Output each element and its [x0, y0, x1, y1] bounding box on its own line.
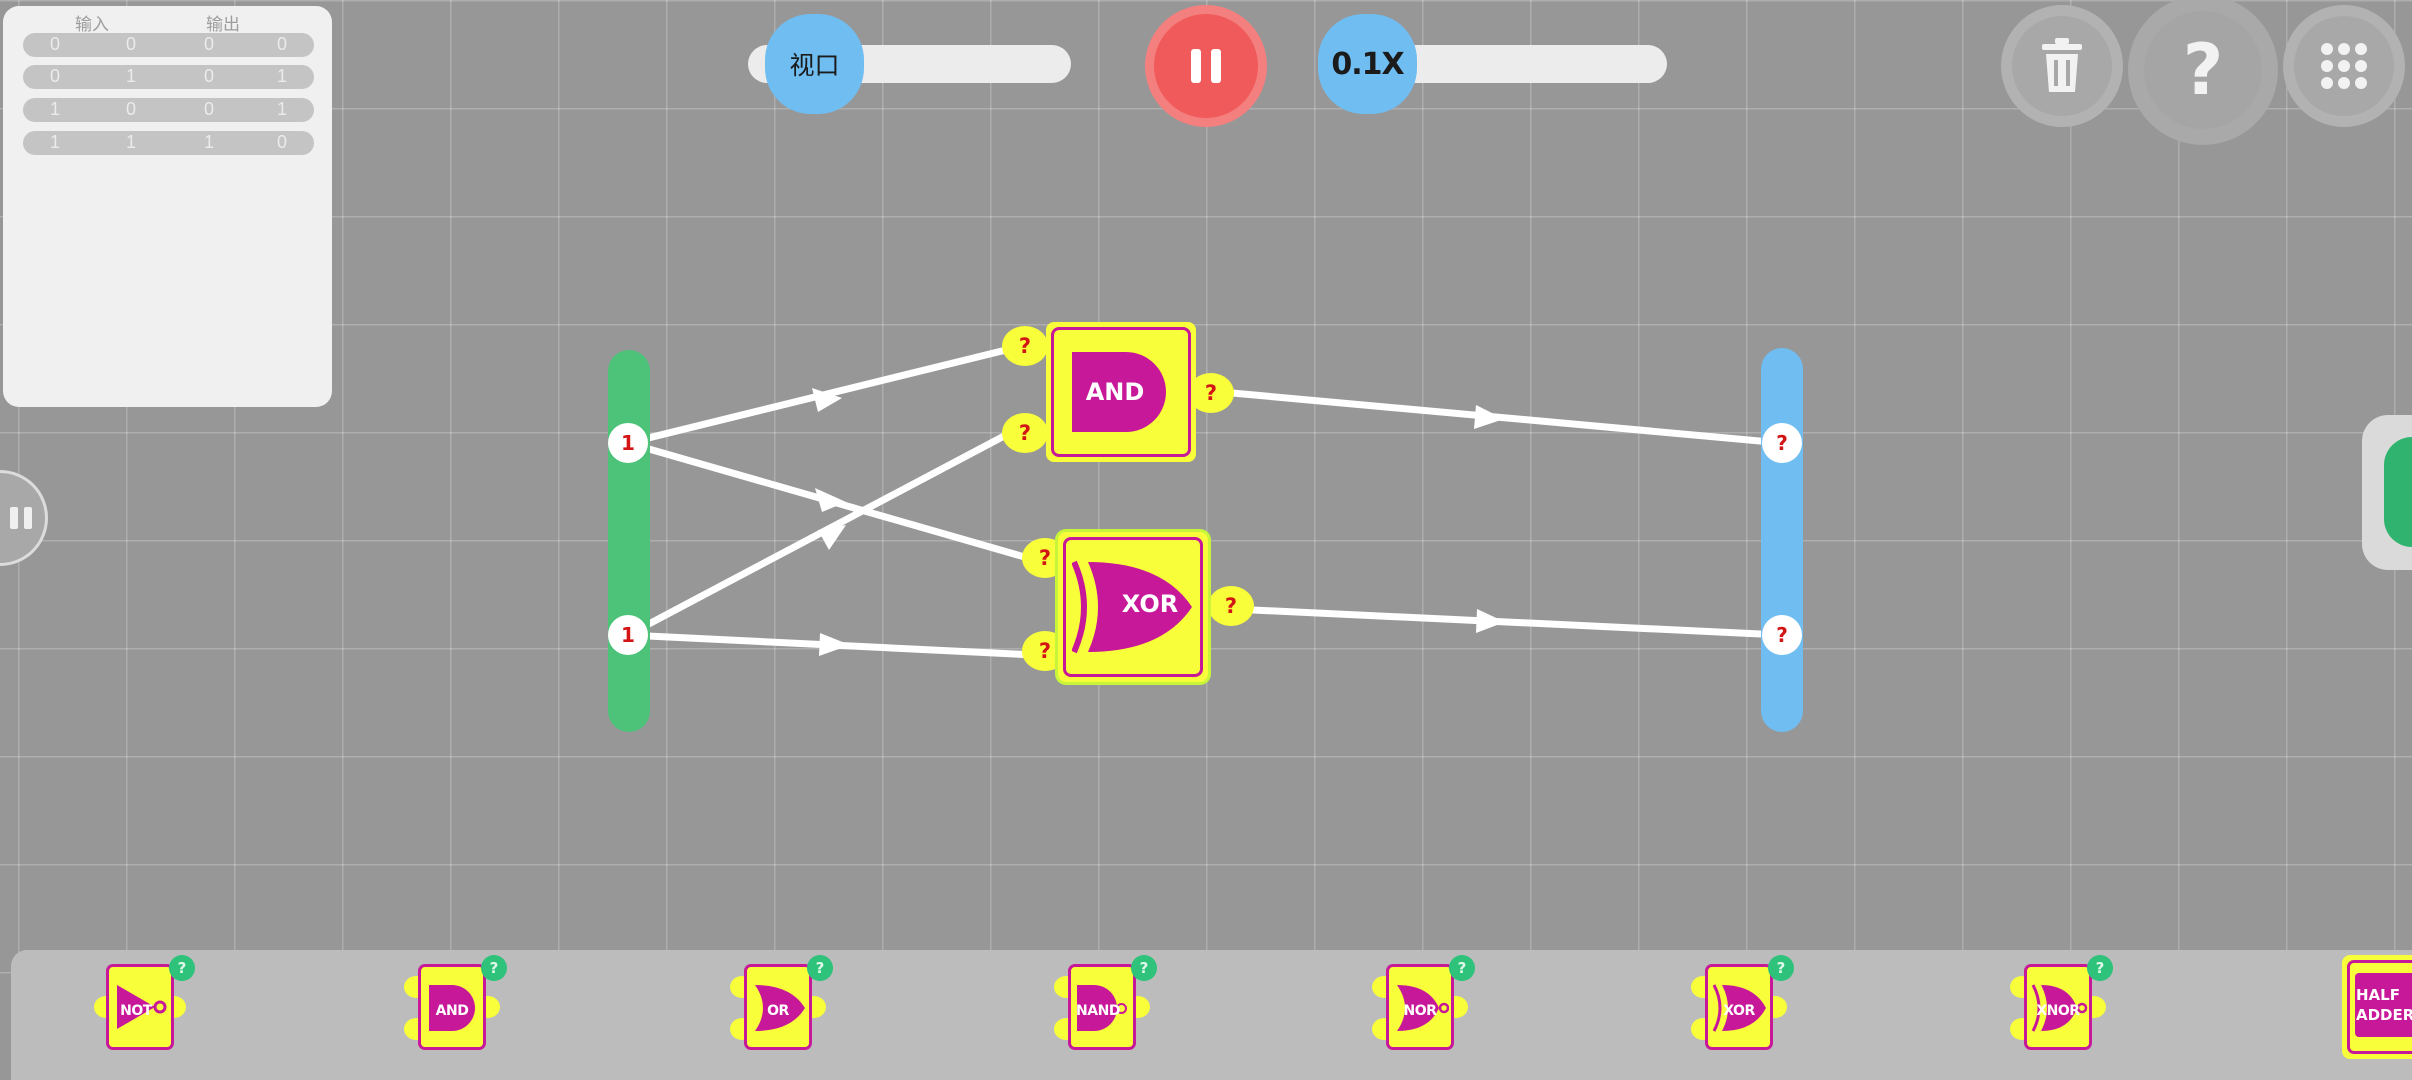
- info-badge[interactable]: ?: [169, 955, 195, 981]
- input-pin[interactable]: 1: [608, 423, 648, 463]
- and-gate-symbol: AND: [1072, 352, 1166, 432]
- toolbox-item-xnor[interactable]: XNOR ?: [2010, 955, 2113, 1050]
- not-gate-icon: NOT: [106, 964, 174, 1050]
- toolbox-item-and[interactable]: AND ?: [404, 955, 507, 1050]
- and-gate-input-pin[interactable]: ?: [1002, 326, 1048, 366]
- wire-arrow: [1474, 405, 1504, 429]
- and-gate-body: AND: [1046, 322, 1196, 462]
- info-badge[interactable]: ?: [1449, 955, 1475, 981]
- toolbox-item-nor[interactable]: NOR ?: [1372, 955, 1475, 1050]
- wire: [1228, 605, 1786, 639]
- and-gate-label: AND: [1085, 378, 1145, 406]
- and-gate[interactable]: ? ? ? AND: [1002, 322, 1234, 462]
- info-badge[interactable]: ?: [1768, 955, 1794, 981]
- wire-arrow: [819, 633, 850, 656]
- input-pin[interactable]: 1: [608, 615, 648, 655]
- wire-arrow: [815, 488, 846, 512]
- wire: [1228, 389, 1786, 447]
- toolbox-item-xor[interactable]: XOR ?: [1691, 955, 1794, 1050]
- half-adder-label: HALF ADDER: [2356, 986, 2412, 1024]
- info-badge[interactable]: ?: [1131, 955, 1157, 981]
- nand-gate-icon: NAND: [1068, 964, 1136, 1050]
- info-badge[interactable]: ?: [2087, 955, 2113, 981]
- info-badge[interactable]: ?: [807, 955, 833, 981]
- xor-gate-output-pin[interactable]: ?: [1208, 586, 1254, 626]
- toolbox-item-nand[interactable]: NAND ?: [1054, 955, 1157, 1050]
- output-bar: [1761, 348, 1803, 732]
- xor-gate[interactable]: ? ? ? XOR: [1022, 532, 1258, 682]
- info-badge[interactable]: ?: [481, 955, 507, 981]
- or-gate-icon: OR: [744, 964, 812, 1050]
- toolbox-item-half-adder[interactable]: HALF ADDER: [2342, 955, 2412, 1059]
- nor-gate-icon: NOR: [1386, 964, 1454, 1050]
- and-gate-input-pin[interactable]: ?: [1002, 413, 1048, 453]
- toolbox-item-or[interactable]: OR ?: [730, 955, 833, 1050]
- output-pin[interactable]: ?: [1762, 615, 1802, 655]
- xor-gate-label: XOR: [1121, 590, 1179, 618]
- xor-gate-body: XOR: [1058, 532, 1208, 682]
- and-gate-icon: AND: [418, 964, 486, 1050]
- wire-arrow: [1476, 609, 1505, 633]
- xor-gate-icon: XOR: [1705, 964, 1773, 1050]
- input-bar: [608, 350, 650, 732]
- output-pin[interactable]: ?: [1762, 423, 1802, 463]
- toolbox-item-not[interactable]: NOT ?: [92, 955, 195, 1050]
- xnor-gate-icon: XNOR: [2024, 964, 2092, 1050]
